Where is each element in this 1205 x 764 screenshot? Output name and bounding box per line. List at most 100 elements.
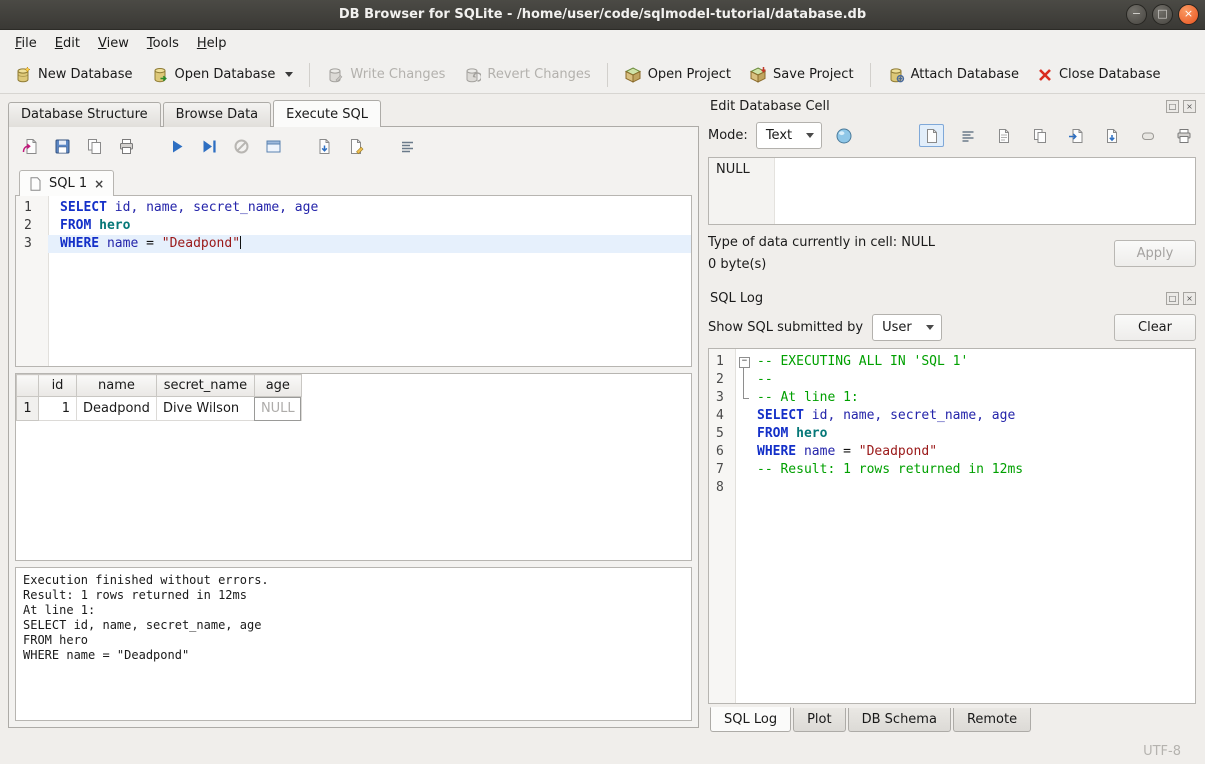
titlebar[interactable]: DB Browser for SQLite - /home/user/code/… [0, 0, 1205, 30]
cell-age[interactable]: NULL [254, 397, 301, 421]
line-number: 3 [16, 235, 48, 253]
app-window: DB Browser for SQLite - /home/user/code/… [0, 0, 1205, 764]
revert-changes-label: Revert Changes [487, 67, 590, 82]
tab-sql-log[interactable]: SQL Log [710, 707, 791, 732]
copy-icon [1032, 128, 1048, 144]
dock-tab-bar: SQL Log Plot DB Schema Remote [708, 708, 1196, 732]
code-text [752, 479, 1195, 497]
fold-marker-icon[interactable] [735, 353, 752, 371]
sql-log-view[interactable]: 1-- EXECUTING ALL IN 'SQL 1'2--3-- At li… [708, 348, 1196, 704]
results-grid: id name secret_name age 1 1 Deadpond Div… [15, 373, 692, 561]
page-pencil-icon [348, 138, 365, 155]
save-sql-file-button[interactable] [49, 134, 76, 159]
code-line: 2-- [709, 371, 1195, 389]
tab-db-schema[interactable]: DB Schema [848, 708, 951, 732]
code-text: WHERE name = "Deadpond" [752, 443, 1195, 461]
project-box-icon [624, 66, 642, 84]
close-tab-icon[interactable]: × [94, 179, 104, 189]
cell-secret-name[interactable]: Dive Wilson [156, 397, 254, 421]
print-cell-button[interactable] [1171, 124, 1196, 147]
copy-cell-button[interactable] [1027, 124, 1052, 147]
print-sql-button[interactable] [113, 134, 140, 159]
tab-database-structure[interactable]: Database Structure [8, 102, 161, 127]
tab-execute-sql[interactable]: Execute SQL [273, 100, 381, 127]
line-number: 2 [709, 371, 735, 389]
column-header-age[interactable]: age [254, 375, 301, 397]
open-database-button[interactable]: Open Database [142, 61, 303, 89]
row-header[interactable]: 1 [17, 397, 39, 421]
line-number: 1 [709, 353, 735, 371]
code-text: -- At line 1: [752, 389, 1195, 407]
column-header-secret-name[interactable]: secret_name [156, 375, 254, 397]
sql-log-header: SQL Log □ × [708, 288, 1196, 308]
export-results-button[interactable] [311, 134, 338, 159]
clear-log-button[interactable]: Clear [1114, 314, 1196, 341]
tab-browse-data[interactable]: Browse Data [163, 102, 272, 127]
auto-switch-mode-button[interactable] [830, 123, 857, 148]
set-null-button[interactable] [1135, 124, 1160, 147]
menu-tools[interactable]: Tools [138, 32, 188, 55]
new-database-button[interactable]: New Database [5, 61, 142, 89]
mode-combobox[interactable]: Text [756, 122, 822, 149]
word-wrap-button[interactable] [955, 124, 980, 147]
execute-all-button[interactable] [164, 134, 191, 159]
sql-editor[interactable]: 1SELECT id, name, secret_name, age2FROM … [15, 195, 692, 367]
menu-help[interactable]: Help [188, 32, 236, 55]
save-project-button[interactable]: Save Project [740, 61, 863, 89]
close-window-button[interactable]: × [1178, 4, 1199, 25]
sql-log-title: SQL Log [708, 291, 1166, 306]
open-sql-file-button[interactable] [17, 134, 44, 159]
cell-value-editor[interactable]: NULL [708, 157, 1196, 225]
code-text: WHERE name = "Deadpond" [48, 235, 691, 253]
menu-file[interactable]: File [6, 32, 46, 55]
menubar: File Edit View Tools Help [0, 30, 1205, 56]
open-project-label: Open Project [648, 67, 731, 82]
attach-database-button[interactable]: Attach Database [878, 61, 1028, 89]
line-number: 4 [709, 407, 735, 425]
tab-remote[interactable]: Remote [953, 708, 1031, 732]
code-text: FROM hero [48, 217, 691, 235]
main-toolbar: New Database Open Database Write Changes… [0, 56, 1205, 94]
submitted-by-combobox[interactable]: User [872, 314, 942, 341]
float-dock-button[interactable]: □ [1166, 100, 1179, 113]
copy-pages-icon [86, 138, 103, 155]
chevron-down-icon [926, 325, 934, 330]
open-project-button[interactable]: Open Project [615, 61, 740, 89]
list-lines-icon [399, 138, 416, 155]
fold-marker-icon [735, 389, 752, 407]
sql-editor-tab[interactable]: SQL 1 × [19, 170, 114, 196]
play-to-line-icon [201, 138, 218, 155]
export-cell-data-button[interactable] [1099, 124, 1124, 147]
line-number: 6 [709, 443, 735, 461]
menu-edit[interactable]: Edit [46, 32, 89, 55]
encoding-indicator[interactable]: UTF-8 [1143, 744, 1181, 759]
menu-view[interactable]: View [89, 32, 138, 55]
cell-info-row: Type of data currently in cell: NULL 0 b… [708, 235, 1196, 272]
column-header-name[interactable]: name [77, 375, 157, 397]
edit-sql-button[interactable] [343, 134, 370, 159]
close-dock-button[interactable]: × [1183, 292, 1196, 305]
corner-header[interactable] [17, 375, 39, 397]
text-mode-button[interactable] [919, 124, 944, 147]
column-header-id[interactable]: id [39, 375, 77, 397]
sql-editor-tab-bar: SQL 1 × [15, 170, 692, 196]
open-file-icon [22, 138, 39, 155]
tab-plot[interactable]: Plot [793, 708, 846, 732]
close-database-button[interactable]: Close Database [1028, 62, 1170, 88]
code-line: 6 WHERE name = "Deadpond" [709, 443, 1195, 461]
cell-name[interactable]: Deadpond [77, 397, 157, 421]
import-cell-data-button[interactable] [1063, 124, 1088, 147]
cell-id[interactable]: 1 [39, 397, 77, 421]
close-dock-button[interactable]: × [1183, 100, 1196, 113]
write-changes-button: Write Changes [317, 61, 454, 89]
open-database-dropdown-arrow-icon[interactable] [285, 72, 293, 77]
new-tab-button[interactable] [260, 134, 287, 159]
save-sql-as-button[interactable] [81, 134, 108, 159]
format-sql-button[interactable] [394, 134, 421, 159]
open-in-editor-button[interactable] [991, 124, 1016, 147]
minimize-button[interactable]: − [1126, 4, 1147, 25]
document-icon [924, 128, 940, 144]
maximize-button[interactable]: □ [1152, 4, 1173, 25]
execute-current-line-button[interactable] [196, 134, 223, 159]
float-dock-button[interactable]: □ [1166, 292, 1179, 305]
